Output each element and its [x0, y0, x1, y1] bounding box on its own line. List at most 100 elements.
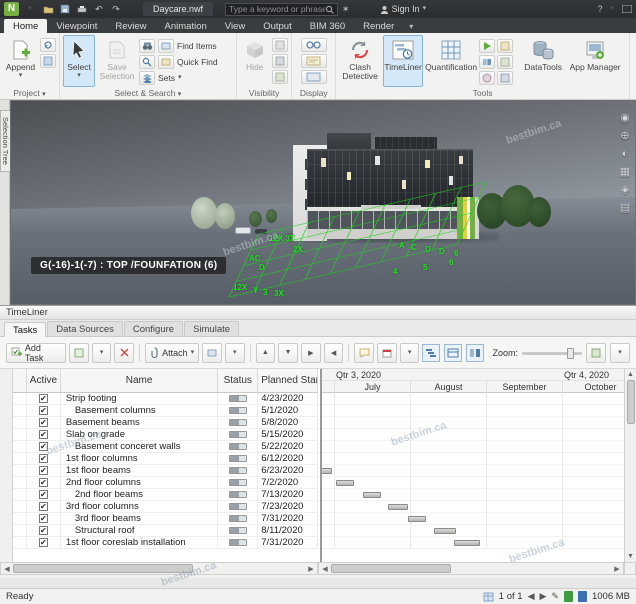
outdent-button[interactable]: ◀ — [323, 342, 344, 363]
column-status[interactable]: Status — [218, 369, 259, 392]
task-row[interactable]: ✔ 2nd floor beams 7/13/2020 — [13, 489, 318, 501]
appearance-profiler-button[interactable] — [479, 71, 496, 85]
refresh-button[interactable] — [40, 38, 56, 52]
project-browser-button[interactable] — [497, 71, 514, 85]
task-row[interactable]: ✔ Basement conceret walls 5/22/2020 — [13, 441, 318, 453]
ribbon-tab-home[interactable]: Home — [4, 19, 48, 33]
visibility-group-label[interactable]: Visibility — [237, 88, 292, 98]
ribbon-tab-viewpoint[interactable]: Viewpoint — [47, 19, 106, 33]
move-up-button[interactable]: ▲ — [255, 342, 276, 363]
vertical-scrollbar[interactable]: ▲ ▼ — [624, 369, 636, 562]
hide-button[interactable]: Hide — [240, 35, 270, 87]
task-row[interactable]: ✔ 1st floor coreslab installation 7/31/202… — [13, 537, 318, 549]
column-planned-start[interactable]: Planned Start — [258, 369, 318, 392]
unhide-all-button[interactable] — [271, 70, 288, 84]
task-checkbox[interactable]: ✔ — [38, 490, 48, 499]
clash-detective-button[interactable]: Clash Detective — [339, 35, 381, 87]
task-row[interactable]: ✔ 2nd floor columns 7/2/2020 — [13, 477, 318, 489]
save-selection-button[interactable]: Save Selection — [97, 35, 137, 87]
nav-tool-icon-4[interactable]: ◈ — [618, 183, 632, 197]
sheet-browser-icon[interactable] — [483, 592, 494, 602]
tools-group-label[interactable]: Tools — [336, 88, 629, 98]
gantt-bar[interactable] — [322, 468, 332, 474]
ribbon-tab-review[interactable]: Review — [106, 19, 155, 33]
gantt-bar[interactable] — [434, 528, 456, 534]
quick-find-options-icon[interactable] — [158, 54, 174, 69]
task-active-cell[interactable]: ✔ — [27, 465, 61, 476]
properties-button[interactable] — [300, 70, 327, 84]
task-active-cell[interactable]: ✔ — [27, 417, 61, 428]
task-checkbox[interactable]: ✔ — [38, 526, 48, 535]
task-row[interactable]: ✔ Strip footing 4/23/2020 — [13, 393, 318, 405]
task-checkbox[interactable]: ✔ — [38, 466, 48, 475]
timeliner-panel-title[interactable]: TimeLiner — [0, 306, 636, 320]
gantt-chart[interactable]: Qtr 3, 2020 Qtr 4, 2020 July August Septemb… — [320, 369, 624, 562]
ribbon-tab-bim-360[interactable]: BIM 360 — [301, 19, 354, 33]
timeliner-tab-simulate[interactable]: Simulate — [184, 321, 240, 336]
undo-icon[interactable]: ↶ — [92, 3, 106, 16]
prev-sheet-icon[interactable]: ◀ — [528, 591, 535, 602]
timeliner-button[interactable]: TimeLiner — [383, 35, 424, 87]
task-row[interactable]: ✔ Basement beams 5/8/2020 — [13, 417, 318, 429]
task-active-cell[interactable]: ✔ — [27, 441, 61, 452]
task-checkbox[interactable]: ✔ — [38, 418, 48, 427]
task-row[interactable]: ✔ Basement columns 5/1/2020 — [13, 405, 318, 417]
redo-icon[interactable]: ↷ — [109, 3, 123, 16]
window-options-icon[interactable] — [622, 5, 632, 13]
gantt-scroll-left-icon[interactable]: ◀ — [319, 565, 331, 573]
insert-task-button[interactable] — [69, 342, 89, 363]
quick-properties-button[interactable] — [300, 54, 327, 68]
task-row[interactable]: ✔ Structural roof 8/11/2020 — [13, 525, 318, 537]
reset-all-button[interactable] — [40, 54, 56, 68]
ribbon-tab-view[interactable]: View — [216, 19, 254, 33]
gantt-colors-button[interactable] — [586, 342, 606, 363]
scroll-down-icon[interactable]: ▼ — [627, 551, 634, 562]
sets-icon[interactable] — [139, 70, 155, 85]
task-checkbox[interactable]: ✔ — [38, 442, 48, 451]
gantt-scroll-right-icon[interactable]: ▶ — [611, 565, 623, 573]
find-items-options-icon[interactable] — [158, 38, 174, 53]
task-active-cell[interactable]: ✔ — [27, 477, 61, 488]
dates-button[interactable] — [377, 342, 397, 363]
attach-button[interactable]: Attach ▾ — [145, 342, 200, 363]
search-input[interactable] — [229, 4, 326, 14]
quick-find-label[interactable]: Quick Find — [177, 57, 218, 67]
select-search-group-label[interactable]: Select & Search ▾ — [60, 88, 236, 98]
table-hscrollbar[interactable]: ◀ ▶ — [0, 562, 318, 575]
print-icon[interactable] — [75, 3, 89, 16]
gantt-hscrollbar[interactable]: ◀ ▶ — [318, 562, 624, 575]
task-checkbox[interactable]: ✔ — [38, 502, 48, 511]
task-checkbox[interactable]: ✔ — [38, 538, 48, 547]
gantt-view-toggle[interactable] — [422, 343, 441, 362]
animator-button[interactable] — [479, 39, 496, 53]
task-checkbox[interactable]: ✔ — [38, 478, 48, 487]
table-scroll-right-icon[interactable]: ▶ — [305, 565, 317, 573]
help-caret-icon[interactable]: ▾ — [610, 5, 614, 12]
gantt-bar[interactable] — [388, 504, 408, 510]
table-scroll-left-icon[interactable]: ◀ — [1, 565, 13, 573]
task-active-cell[interactable]: ✔ — [27, 393, 61, 404]
scroll-up-icon[interactable]: ▲ — [627, 369, 634, 380]
clear-attachment-button[interactable]: ▾ — [224, 342, 245, 363]
sets-caret-icon[interactable]: ▾ — [178, 74, 182, 81]
export-schedule-button[interactable]: ▾ — [610, 342, 630, 363]
save-icon[interactable] — [58, 3, 72, 16]
task-row[interactable]: ✔ 1st floor columns 6/12/2020 — [13, 453, 318, 465]
links-button[interactable] — [300, 38, 327, 52]
task-row[interactable]: ✔ Slab on grade 5/15/2020 — [13, 429, 318, 441]
timeliner-tab-data-sources[interactable]: Data Sources — [47, 321, 123, 336]
column-active[interactable]: Active — [27, 369, 61, 392]
batch-utility-button[interactable] — [497, 55, 514, 69]
3d-viewport[interactable]: 12X 3T 2X A C D D 6 AC D 4 5 6 12X Y 3 3X G(-16)-1(-7) … — [10, 100, 636, 305]
ribbon-tab-render[interactable]: Render — [354, 19, 403, 33]
nav-tool-icon-3[interactable]: ▦ — [618, 165, 632, 179]
help-icon[interactable]: ? — [597, 4, 602, 14]
timeliner-tab-configure[interactable]: Configure — [123, 321, 184, 336]
task-active-cell[interactable]: ✔ — [27, 429, 61, 440]
task-checkbox[interactable]: ✔ — [38, 406, 48, 415]
app-manager-button[interactable]: App Manager — [567, 35, 623, 87]
hide-unselected-button[interactable] — [271, 54, 288, 68]
select-button[interactable]: Select ▾ — [63, 35, 95, 87]
zoom-slider-thumb[interactable] — [567, 347, 574, 359]
task-active-cell[interactable]: ✔ — [27, 501, 61, 512]
